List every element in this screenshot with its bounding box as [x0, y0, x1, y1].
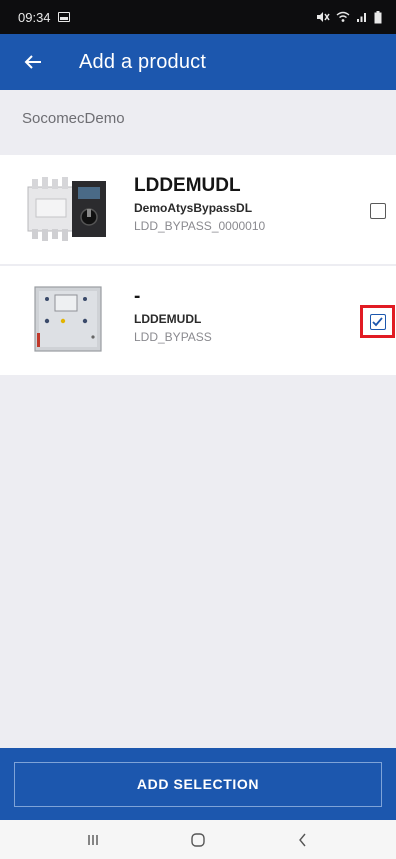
organization-label: SocomecDemo — [22, 110, 125, 127]
product-list: LDDEMUDL DemoAtysBypassDL LDD_BYPASS_000… — [0, 155, 396, 375]
wifi-icon — [336, 11, 350, 22]
nav-back-button[interactable] — [283, 825, 323, 855]
product-image — [26, 169, 110, 249]
product-subtitle: DemoAtysBypassDL — [134, 201, 253, 215]
mute-icon — [317, 12, 330, 22]
arrow-left-icon — [24, 55, 41, 69]
back-button[interactable] — [9, 34, 57, 90]
status-time: 09:34 — [18, 9, 51, 25]
back-icon — [299, 833, 306, 846]
product-checkbox[interactable] — [370, 314, 386, 330]
status-right — [316, 10, 382, 24]
product-text: - LDDEMUDL LDD_BYPASS — [134, 286, 212, 345]
product-code: LDD_BYPASS_0000010 — [134, 219, 266, 233]
product-title: LDDEMUDL — [134, 175, 241, 196]
bottom-action-bar: ADD SELECTION — [0, 748, 396, 820]
page-title: Add a product — [79, 50, 207, 73]
signal-icon — [357, 13, 366, 22]
product-checkbox[interactable] — [370, 203, 386, 219]
status-bar: 09:34 — [0, 0, 396, 34]
check-icon — [372, 317, 383, 327]
product-subtitle: LDDEMUDL — [134, 312, 202, 326]
home-button[interactable] — [178, 825, 218, 855]
add-selection-button[interactable]: ADD SELECTION — [14, 761, 382, 807]
gallery-icon — [57, 12, 70, 22]
transfer-switch-image — [27, 177, 106, 241]
app-bar: Add a product — [0, 34, 396, 90]
navigation-bar — [0, 820, 396, 859]
product-row[interactable]: - LDDEMUDL LDD_BYPASS — [0, 266, 396, 375]
product-row[interactable]: LDDEMUDL DemoAtysBypassDL LDD_BYPASS_000… — [0, 155, 396, 264]
product-code: LDD_BYPASS — [134, 330, 212, 344]
screen: 09:34 Add a product SocomecDemo LDDEMUDL… — [0, 0, 396, 859]
control-cabinet-image — [34, 286, 102, 352]
status-left: 09:34 — [18, 10, 70, 25]
home-icon — [191, 832, 205, 847]
recent-apps-button[interactable] — [73, 825, 113, 855]
recent-apps-icon — [87, 834, 98, 845]
product-text: LDDEMUDL DemoAtysBypassDL LDD_BYPASS_000… — [134, 175, 265, 234]
product-image — [26, 280, 110, 360]
battery-icon — [374, 10, 382, 23]
product-title: - — [134, 286, 141, 307]
